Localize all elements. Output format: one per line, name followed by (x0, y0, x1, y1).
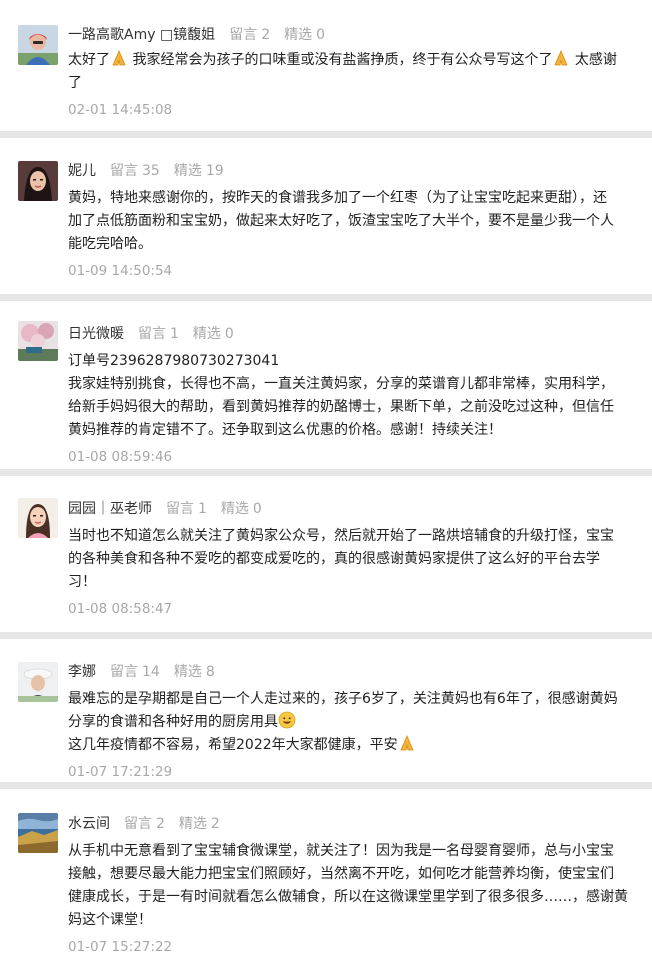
comment-line: 习！ (68, 574, 96, 590)
reply-count-stat: 留言 2 (229, 27, 271, 43)
comment-item: 水云间 留言 2 精选 2 从手机中无意看到了宝宝辅食微课堂，就关注了！因为我是一名… (0, 789, 652, 962)
comment-line: 我家娃特别挑食，长得也不高，一直关注黄妈家，分享的菜谱育儿都非常棒，实用科学， (68, 376, 614, 392)
avatar[interactable] (18, 321, 58, 361)
reply-count-stat: 留言 1 (166, 501, 207, 517)
comment-line: 当时也不知道怎么就关注了黄妈家公众号，然后就开始了一路烘培辅食的升级打怪，宝宝 (68, 528, 614, 544)
reply-count-stat: 留言 14 (110, 664, 160, 680)
avatar-person-hat-icon (18, 662, 58, 702)
pray-emoji-icon (398, 734, 416, 752)
comment-meta: 一路高歌Amy □镜馥姐 留言 2 精选 0 (68, 22, 632, 46)
user-name[interactable]: 妮儿 (68, 160, 96, 180)
user-name[interactable]: 日光微暖 (68, 323, 124, 343)
comment-line: 健康成长，于是一有时间就看怎么做辅食，所以在这微课堂里学到了很多很多……，感谢黄 (68, 889, 628, 905)
comment-text: 当时也不知道怎么就关注了黄妈家公众号，然后就开始了一路烘培辅食的升级打怪，宝宝 … (68, 525, 632, 594)
user-name[interactable]: 一路高歌Amy □镜馥姐 (68, 24, 215, 44)
comment-line: 妈这个课堂！ (68, 912, 152, 928)
comment-meta: 水云间 留言 2 精选 2 (68, 811, 632, 835)
pick-count-stat: 精选 19 (173, 163, 224, 179)
comment-time: 01-09 14:50:54 (68, 263, 173, 279)
pray-emoji-icon (110, 49, 128, 67)
comment-line: 加了点低筋面粉和宝宝奶，做起来太好吃了，饭渣宝宝吃了大半个，要不是量少我一个人 (68, 213, 614, 229)
comment-line: 黄妈，特地来感谢你的，按昨天的食谱我多加了一个红枣（为了让宝宝吃起来更甜），还 (68, 190, 607, 206)
avatar-woman-light-icon (18, 498, 58, 538)
separator (0, 294, 652, 301)
comment-time: 02-01 14:45:08 (68, 102, 173, 118)
user-name[interactable]: 园园｜巫老师 (68, 498, 152, 518)
comment-meta: 李娜 留言 14 精选 8 (68, 659, 632, 683)
pick-count-stat: 精选 8 (173, 664, 215, 680)
comment-line: 这几年疫情都不容易，希望2022年大家都健康，平安 (68, 734, 632, 757)
comment-line: 的各种美食和各种不爱吃的都变成爱吃的，真的很感谢黄妈家提供了这么好的平台去学 (68, 551, 600, 567)
avatar-person-red-icon (18, 25, 58, 65)
comment-line: 订单号2396287980730273041 (68, 353, 280, 369)
comment-text: 从手机中无意看到了宝宝辅食微课堂，就关注了！因为我是一名母婴育婴师，总与小宝宝 … (68, 840, 632, 932)
comment-line: 分享的食谱和各种好用的厨房用具 (68, 711, 632, 734)
pick-count-stat: 精选 0 (192, 326, 234, 342)
pick-count-stat: 精选 0 (284, 27, 326, 43)
comment-feed: 一路高歌Amy □镜馥姐 留言 2 精选 0 太好了 我家经常会为孩子的口味重或没有… (0, 0, 652, 962)
pick-count-stat: 精选 0 (220, 501, 262, 517)
avatar-lake-landscape-icon (18, 813, 58, 853)
comment-line: 太好了 我家经常会为孩子的口味重或没有盐酱挣质，终于有公众号写这个了 太感谢 (68, 49, 632, 72)
comment-line: 能吃完哈哈。 (68, 236, 152, 252)
avatar[interactable] (18, 25, 58, 65)
comment-line: 黄妈推荐的肯定错不了。还争取到这么优惠的价格。感谢！持续关注！ (68, 422, 502, 438)
comment-line: 从手机中无意看到了宝宝辅食微课堂，就关注了！因为我是一名母婴育婴师，总与小宝宝 (68, 843, 614, 859)
reply-count-stat: 留言 2 (124, 816, 165, 832)
reply-count-stat: 留言 35 (110, 163, 160, 179)
user-name[interactable]: 水云间 (68, 813, 110, 833)
smile-emoji-icon (278, 711, 296, 729)
comment-line: 给新手妈妈很大的帮助，看到黄妈推荐的奶酪博士，果断下单，之前没吃过这种，但信任 (68, 399, 614, 415)
separator (0, 469, 652, 476)
separator (0, 632, 652, 639)
comment-meta: 日光微暖 留言 1 精选 0 (68, 321, 632, 345)
comment-line: 最难忘的是孕期都是自己一个人走过来的，孩子6岁了，关注黄妈也有6年了，很感谢黄妈 (68, 691, 618, 707)
comment-item: 日光微暖 留言 1 精选 0 订单号2396287980730273041 我家娃特… (0, 301, 652, 469)
comment-text: 黄妈，特地来感谢你的，按昨天的食谱我多加了一个红枣（为了让宝宝吃起来更甜），还 … (68, 187, 632, 256)
reply-count-stat: 留言 1 (138, 326, 179, 342)
comment-text: 太好了 我家经常会为孩子的口味重或没有盐酱挣质，终于有公众号写这个了 太感谢 了 (68, 49, 632, 95)
comment-text: 订单号2396287980730273041 我家娃特别挑食，长得也不高，一直关… (68, 350, 632, 442)
comment-meta: 园园｜巫老师 留言 1 精选 0 (68, 496, 632, 520)
avatar-woman-dark-icon (18, 161, 58, 201)
comment-time: 01-08 08:59:46 (68, 449, 173, 465)
comment-line: 接触，想要尽最大能力把宝宝们照顾好，当然离不开吃，如何吃才能营养均衡，使宝宝们 (68, 866, 614, 882)
pick-count-stat: 精选 2 (178, 816, 220, 832)
comment-time: 01-07 17:21:29 (68, 764, 173, 780)
separator (0, 131, 652, 138)
avatar[interactable] (18, 813, 58, 853)
user-name[interactable]: 李娜 (68, 661, 96, 681)
comment-item: 一路高歌Amy □镜馥姐 留言 2 精选 0 太好了 我家经常会为孩子的口味重或没有… (0, 0, 652, 131)
pray-emoji-icon (552, 49, 570, 67)
comment-item: 园园｜巫老师 留言 1 精选 0 当时也不知道怎么就关注了黄妈家公众号，然后就开始了… (0, 476, 652, 632)
avatar-landscape-pink-icon (18, 321, 58, 361)
comment-time: 01-08 08:58:47 (68, 601, 173, 617)
avatar[interactable] (18, 662, 58, 702)
comment-line: 了 (68, 75, 82, 91)
comment-item: 妮儿 留言 35 精选 19 黄妈，特地来感谢你的，按昨天的食谱我多加了一个红枣（为… (0, 138, 652, 294)
comment-item: 李娜 留言 14 精选 8 最难忘的是孕期都是自己一个人走过来的，孩子6岁了，关注黄… (0, 639, 652, 782)
comment-time: 01-07 15:27:22 (68, 939, 173, 955)
avatar[interactable] (18, 498, 58, 538)
avatar[interactable] (18, 161, 58, 201)
comment-meta: 妮儿 留言 35 精选 19 (68, 158, 632, 182)
separator (0, 782, 652, 789)
comment-text: 最难忘的是孕期都是自己一个人走过来的，孩子6岁了，关注黄妈也有6年了，很感谢黄妈… (68, 688, 632, 757)
